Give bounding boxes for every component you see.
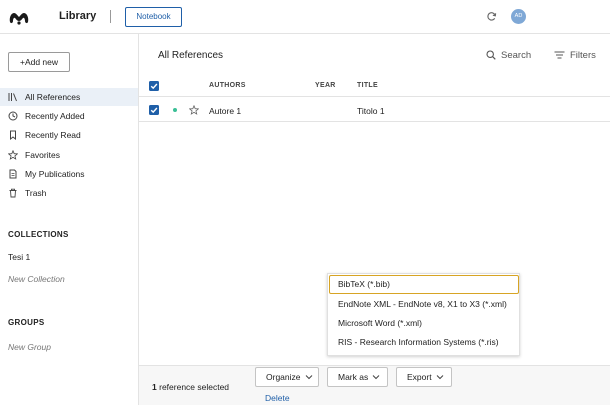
- cell-title: Titolo 1: [357, 106, 385, 116]
- sidebar-item-label: Favorites: [25, 150, 60, 160]
- chevron-down-icon: [305, 375, 312, 380]
- search-label: Search: [501, 49, 532, 61]
- sync-icon[interactable]: [486, 11, 497, 22]
- export-menu: BibTeX (*.bib) EndNote XML - EndNote v8,…: [327, 273, 520, 356]
- add-new-button[interactable]: +Add new: [8, 52, 70, 72]
- mark-as-button[interactable]: Mark as: [327, 367, 388, 387]
- sidebar-item-my-publications[interactable]: My Publications: [0, 165, 138, 183]
- filter-icon: [554, 51, 565, 59]
- groups-header: GROUPS: [8, 318, 45, 327]
- sidebar: +Add new All References Recently Added R…: [0, 34, 139, 405]
- collections-header: COLLECTIONS: [8, 230, 69, 239]
- chevron-down-icon: [372, 375, 380, 380]
- collection-item[interactable]: Tesi 1: [8, 252, 30, 262]
- search-button[interactable]: Search: [486, 49, 531, 61]
- new-group-link[interactable]: New Group: [8, 342, 51, 352]
- filters-label: Filters: [570, 49, 596, 61]
- avatar[interactable]: AD: [511, 9, 526, 24]
- clock-icon: [8, 111, 18, 121]
- star-icon: [8, 150, 18, 160]
- unread-indicator-icon: [173, 108, 177, 112]
- bookmark-icon: [10, 130, 16, 140]
- sidebar-item-label: Recently Read: [25, 130, 81, 140]
- mendeley-logo-icon[interactable]: [8, 9, 30, 25]
- sidebar-item-recently-read[interactable]: Recently Read: [0, 126, 138, 144]
- export-option-word[interactable]: Microsoft Word (*.xml): [329, 314, 519, 333]
- top-bar: Library Notebook AD: [0, 0, 610, 34]
- document-icon: [9, 169, 17, 179]
- export-option-bibtex[interactable]: BibTeX (*.bib): [329, 275, 519, 294]
- sidebar-item-label: All References: [25, 92, 81, 102]
- checkmark-icon: [150, 83, 158, 90]
- user-menu[interactable]: [529, 9, 597, 24]
- organize-button[interactable]: Organize: [255, 367, 319, 387]
- filters-button[interactable]: Filters: [554, 49, 596, 61]
- table-header: AUTHORS YEAR TITLE: [139, 75, 610, 97]
- table-row[interactable]: Autore 1 Titolo 1: [139, 98, 610, 122]
- sidebar-item-all-references[interactable]: All References: [0, 88, 138, 106]
- favorite-star-icon[interactable]: [189, 105, 199, 115]
- column-header-year[interactable]: YEAR: [315, 82, 336, 89]
- sidebar-item-label: My Publications: [25, 169, 85, 179]
- trash-icon: [9, 188, 17, 198]
- column-header-authors[interactable]: AUTHORS: [209, 82, 246, 89]
- title-separator: [110, 10, 111, 23]
- column-header-title[interactable]: TITLE: [357, 82, 378, 89]
- cell-authors: Autore 1: [209, 106, 242, 116]
- add-new-label: Add new: [24, 57, 59, 67]
- row-checkbox[interactable]: [149, 105, 159, 115]
- sidebar-item-recently-added[interactable]: Recently Added: [0, 107, 138, 125]
- selection-action-bar: 1 reference selected Organize Mark as Ex…: [139, 365, 610, 405]
- export-label: Export: [407, 372, 432, 382]
- search-icon: [486, 50, 496, 60]
- page-title: All References: [158, 50, 224, 61]
- sidebar-item-label: Recently Added: [25, 111, 85, 121]
- delete-link[interactable]: Delete: [265, 393, 290, 403]
- sidebar-item-label: Trash: [25, 188, 47, 198]
- export-button[interactable]: Export: [396, 367, 452, 387]
- export-option-ris[interactable]: RIS - Research Information Systems (*.ri…: [329, 333, 519, 352]
- checkmark-icon: [150, 107, 158, 114]
- notebook-button[interactable]: Notebook: [125, 7, 182, 27]
- sidebar-item-trash[interactable]: Trash: [0, 184, 138, 202]
- selection-count: 1 reference selected: [152, 382, 229, 392]
- export-option-endnote[interactable]: EndNote XML - EndNote v8, X1 to X3 (*.xm…: [329, 295, 519, 314]
- select-all-checkbox[interactable]: [149, 81, 159, 91]
- sidebar-item-favorites[interactable]: Favorites: [0, 146, 138, 164]
- organize-label: Organize: [266, 372, 301, 382]
- selection-count-number: 1: [152, 382, 157, 392]
- mark-as-label: Mark as: [338, 372, 369, 382]
- books-icon: [8, 93, 17, 102]
- new-collection-link[interactable]: New Collection: [8, 274, 65, 284]
- selection-count-suffix: reference selected: [159, 382, 230, 392]
- app-title: Library: [59, 10, 97, 22]
- chevron-down-icon: [436, 375, 443, 380]
